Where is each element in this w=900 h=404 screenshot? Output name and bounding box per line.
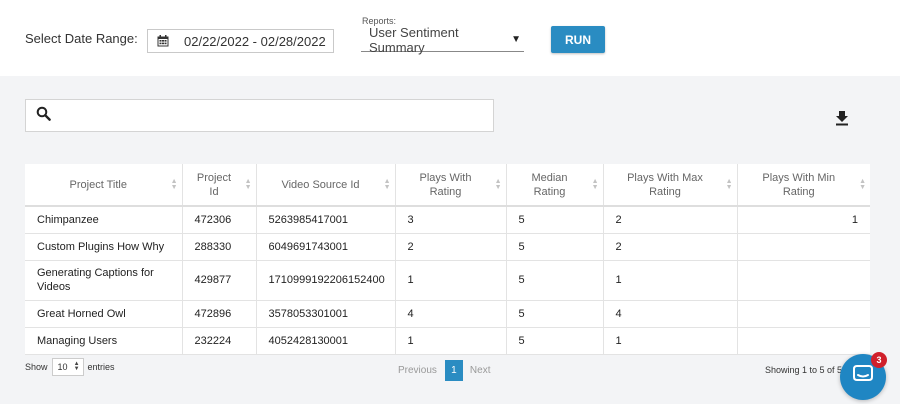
run-button[interactable]: RUN — [551, 26, 605, 53]
cell-plays-with-min-rating — [737, 260, 870, 301]
pagination: Previous 1 Next — [398, 360, 490, 381]
column-header-project-id[interactable]: Project Id ▲ ▼ — [182, 164, 257, 207]
cell-project-title: Managing Users — [25, 327, 183, 355]
column-header-project-title[interactable]: Project Title ▲ ▼ — [25, 164, 183, 207]
cell-plays-with-max-rating: 2 — [603, 233, 738, 261]
cell-project-id: 472306 — [182, 206, 257, 234]
cell-video-source-id: 5263985417001 — [256, 206, 396, 234]
cell-plays-with-rating: 1 — [395, 260, 507, 301]
caret-down-icon: ▼ — [511, 34, 521, 45]
table-row: Generating Captions for Videos 429877 171… — [25, 260, 870, 301]
cell-project-title: Generating Captions for Videos — [25, 260, 183, 301]
cell-project-id: 472896 — [182, 300, 257, 328]
cell-video-source-id: 1710999192206152400 — [256, 260, 396, 301]
cell-median-rating: 5 — [506, 233, 604, 261]
cell-plays-with-max-rating: 2 — [603, 206, 738, 234]
cell-plays-with-rating: 3 — [395, 206, 507, 234]
cell-plays-with-min-rating — [737, 327, 870, 355]
cell-median-rating: 5 — [506, 327, 604, 355]
download-icon[interactable] — [835, 110, 849, 126]
table-row: Custom Plugins How Why 288330 6049691743… — [25, 233, 870, 261]
reports-select-value: User Sentiment Summary — [369, 24, 459, 55]
sort-icon: ▲ ▼ — [494, 177, 502, 191]
date-range-label: Select Date Range: — [25, 31, 138, 46]
date-range-value: 02/22/2022 - 02/28/2022 — [184, 33, 326, 49]
cell-project-id: 429877 — [182, 260, 257, 301]
cell-video-source-id: 6049691743001 — [256, 233, 396, 261]
cell-plays-with-min-rating — [737, 233, 870, 261]
cell-plays-with-min-rating: 1 — [737, 206, 870, 234]
cell-plays-with-min-rating — [737, 300, 870, 328]
column-header-video-source-id[interactable]: Video Source Id ▲ ▼ — [256, 164, 396, 207]
page-button-current[interactable]: 1 — [444, 360, 463, 381]
column-header-plays-with-max-rating[interactable]: Plays With Max Rating ▲ ▼ — [603, 164, 738, 207]
sort-icon: ▲ ▼ — [383, 177, 391, 191]
notification-badge: 3 — [871, 352, 887, 368]
cell-project-id: 288330 — [182, 233, 257, 261]
search-icon — [36, 106, 51, 126]
search-field[interactable] — [25, 99, 494, 132]
filter-bar: Select Date Range: 02/22/2022 - 02/28/20… — [0, 0, 900, 76]
sort-icon: ▲ ▼ — [170, 177, 178, 191]
show-label: Show — [25, 362, 48, 372]
updown-arrows-icon: ▲ ▼ — [73, 361, 80, 372]
sort-icon: ▲ ▼ — [244, 177, 252, 191]
cell-plays-with-max-rating: 1 — [603, 260, 738, 301]
cell-video-source-id: 4052428130001 — [256, 327, 396, 355]
cell-project-title: Custom Plugins How Why — [25, 233, 183, 261]
cell-plays-with-rating: 2 — [395, 233, 507, 261]
table-row: Chimpanzee 472306 5263985417001 3 5 2 1 — [25, 206, 870, 234]
cell-project-id: 232224 — [182, 327, 257, 355]
entries-label: entries — [87, 362, 115, 372]
table-info: Showing 1 to 5 of 5 — [765, 365, 843, 375]
cell-median-rating: 5 — [506, 206, 604, 234]
column-header-plays-with-min-rating[interactable]: Plays With Min Rating ▲ ▼ — [737, 164, 870, 207]
cell-project-title: Great Horned Owl — [25, 300, 183, 328]
column-header-median-rating[interactable]: Median Rating ▲ ▼ — [506, 164, 604, 207]
table-row: Great Horned Owl 472896 3578053301001 4 … — [25, 300, 870, 328]
sort-icon: ▲ ▼ — [859, 177, 866, 191]
calendar-icon — [148, 35, 178, 47]
cell-plays-with-rating: 1 — [395, 327, 507, 355]
cell-project-title: Chimpanzee — [25, 206, 183, 234]
cell-plays-with-rating: 4 — [395, 300, 507, 328]
cell-video-source-id: 3578053301001 — [256, 300, 396, 328]
column-header-plays-with-rating[interactable]: Plays With Rating ▲ ▼ — [395, 164, 507, 207]
table-row: Managing Users 232224 4052428130001 1 5 … — [25, 327, 870, 355]
entries-select[interactable]: 10 ▲ ▼ — [51, 358, 84, 376]
cell-median-rating: 5 — [506, 300, 604, 328]
entries-select-value: 10 — [57, 362, 68, 372]
reports-select[interactable]: User Sentiment Summary ▼ — [361, 24, 524, 55]
previous-page-button[interactable]: Previous — [398, 365, 437, 376]
report-table: Project Title ▲ ▼ Project Id ▲ ▼ Video Source… — [25, 164, 870, 355]
sort-icon: ▲ ▼ — [725, 177, 733, 191]
cell-plays-with-max-rating: 4 — [603, 300, 738, 328]
cell-plays-with-max-rating: 1 — [603, 327, 738, 355]
cell-median-rating: 5 — [506, 260, 604, 301]
sort-icon: ▲ ▼ — [591, 177, 599, 191]
next-page-button[interactable]: Next — [470, 365, 491, 376]
page-length-control: Show 10 ▲ ▼ entries — [25, 358, 115, 376]
date-range-picker[interactable]: 02/22/2022 - 02/28/2022 — [147, 29, 334, 53]
chat-icon — [852, 364, 874, 391]
